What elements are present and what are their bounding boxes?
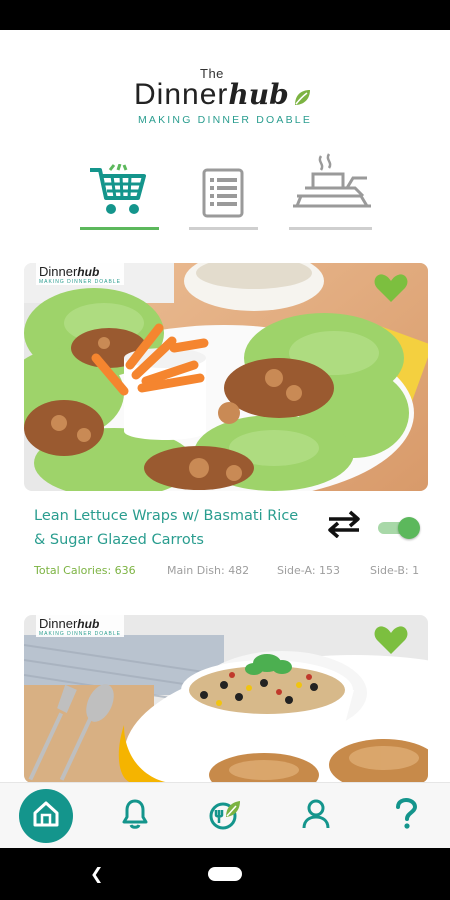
- tab-underline: [289, 227, 372, 230]
- meal-card[interactable]: Dinnerhub MAKING DINNER DOABLE: [24, 615, 428, 783]
- tab-shopping-cart[interactable]: [80, 150, 159, 230]
- meal-toggle-switch[interactable]: [378, 517, 420, 539]
- back-icon[interactable]: ❮: [90, 864, 103, 883]
- watermark-dinner: Dinner: [39, 616, 78, 631]
- nav-profile[interactable]: [286, 783, 346, 849]
- watermark-dinner: Dinner: [39, 264, 78, 279]
- shopping-cart-icon: [88, 163, 148, 222]
- photo-watermark: Dinnerhub MAKING DINNER DOABLE: [36, 263, 124, 285]
- meal-title-line: Lean Lettuce Wraps w/ Basmati Rice: [34, 508, 299, 524]
- bell-icon: [121, 798, 149, 834]
- meal-title[interactable]: Lean Lettuce Wraps w/ Basmati Rice & Sug…: [34, 504, 314, 552]
- tab-cooking[interactable]: [289, 150, 372, 230]
- logo-tagline: MAKING DINNER DOABLE: [137, 114, 313, 126]
- nav-notifications[interactable]: [105, 783, 165, 849]
- leaf-icon: [291, 87, 313, 113]
- nav-home[interactable]: [16, 783, 76, 849]
- view-tabs: [0, 150, 450, 230]
- help-icon: [394, 797, 418, 834]
- home-icon: [32, 800, 60, 832]
- logo-dinner-text: Dinner: [134, 78, 229, 111]
- watermark-tagline: MAKING DINNER DOABLE: [39, 631, 121, 637]
- tab-underline: [189, 227, 258, 230]
- logo-wordmark: Dinnerhub: [134, 78, 313, 113]
- meal-photo[interactable]: Dinnerhub MAKING DINNER DOABLE: [24, 615, 428, 783]
- swap-arrows-icon[interactable]: [326, 510, 362, 539]
- tab-checklist[interactable]: [189, 150, 258, 230]
- status-bar: [0, 0, 450, 30]
- watermark-tagline: MAKING DINNER DOABLE: [39, 279, 121, 285]
- food-leaf-icon: [208, 797, 242, 835]
- photo-watermark: Dinnerhub MAKING DINNER DOABLE: [36, 615, 124, 637]
- toggle-knob: [398, 517, 420, 539]
- logo-hub-text: hub: [228, 78, 289, 111]
- side-b-calories: Side-B: 1: [370, 564, 420, 577]
- nav-home-highlight: [19, 789, 73, 843]
- meal-photo[interactable]: Dinnerhub MAKING DINNER DOABLE: [24, 263, 428, 491]
- meal-title-line: & Sugar Glazed Carrots: [34, 532, 204, 548]
- cooking-pot-icon: [291, 152, 375, 218]
- main-dish-calories: Main Dish: 482: [167, 564, 250, 577]
- watermark-hub: hub: [77, 617, 100, 631]
- meal-card[interactable]: Dinnerhub MAKING DINNER DOABLE: [24, 263, 428, 491]
- home-pill-icon[interactable]: [208, 867, 242, 881]
- watermark-hub: hub: [77, 265, 100, 279]
- side-a-calories: Side-A: 153: [277, 564, 341, 577]
- bottom-navigation: [0, 782, 450, 848]
- favorite-heart-icon[interactable]: [374, 273, 408, 307]
- system-navigation-bar: ❮: [0, 848, 450, 900]
- nav-help[interactable]: [376, 783, 436, 849]
- user-icon: [302, 798, 330, 834]
- tab-underline: [80, 227, 159, 230]
- checklist-icon: [202, 168, 244, 222]
- nav-meals[interactable]: [195, 783, 255, 849]
- total-calories: Total Calories: 636: [34, 564, 136, 577]
- meal-stats: Total Calories: 636 Main Dish: 482 Side-…: [0, 564, 450, 580]
- favorite-heart-icon[interactable]: [374, 625, 408, 659]
